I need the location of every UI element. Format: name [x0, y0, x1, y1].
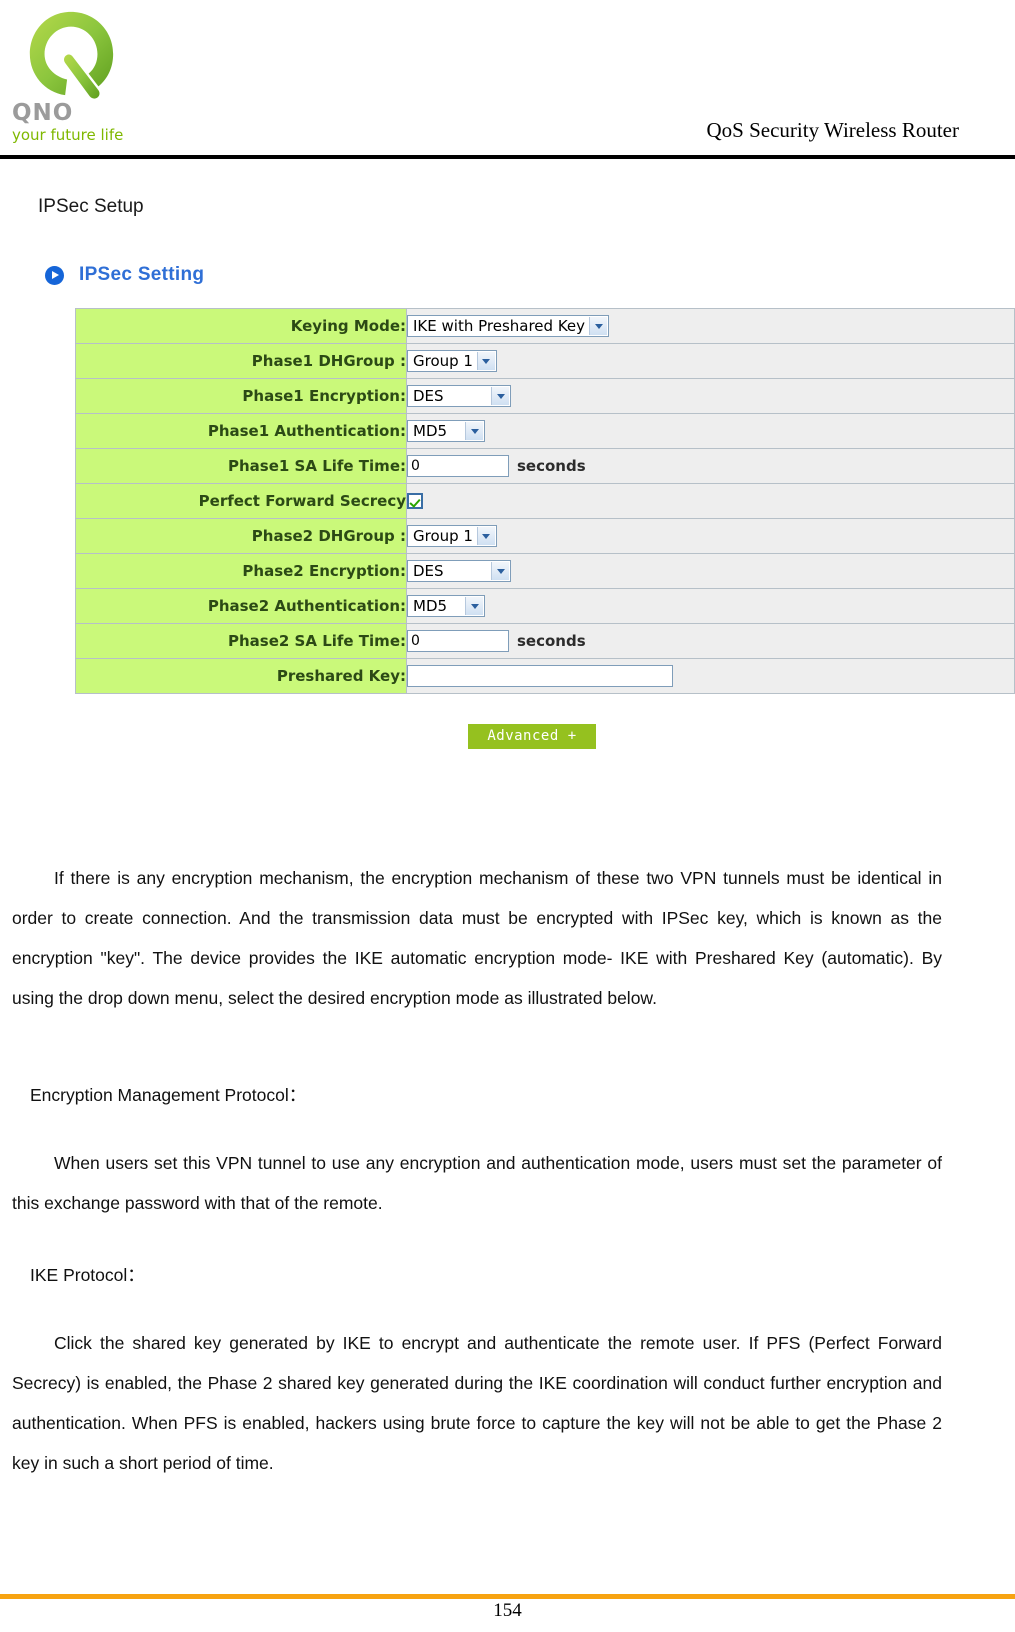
phase2-authentication-select-value: MD5	[413, 597, 448, 615]
phase1-encryption-select[interactable]: DES	[407, 385, 511, 407]
phase1-sa-life-time-unit: seconds	[517, 457, 586, 475]
row-value-preshared-key	[406, 658, 1015, 694]
table-row: Phase1 Authentication: MD5	[75, 413, 1015, 449]
row-label-perfect-forward-secrecy: Perfect Forward Secrecy	[75, 483, 407, 519]
row-label-phase1-authentication: Phase1 Authentication:	[75, 413, 407, 449]
phase1-dhgroup-select-value: Group 1	[413, 352, 473, 370]
chevron-down-icon[interactable]	[476, 527, 495, 545]
row-value-phase1-encryption: DES	[406, 378, 1015, 414]
row-label-phase2-dhgroup: Phase2 DHGroup :	[75, 518, 407, 554]
phase2-sa-life-time-unit: seconds	[517, 632, 586, 650]
chevron-down-icon[interactable]	[465, 597, 483, 615]
phase1-authentication-select-value: MD5	[413, 422, 448, 440]
table-row: Preshared Key:	[75, 658, 1015, 694]
table-row: Perfect Forward Secrecy	[75, 483, 1015, 519]
row-value-phase1-authentication: MD5	[406, 413, 1015, 449]
phase2-dhgroup-select[interactable]: Group 1	[407, 525, 497, 547]
chevron-down-icon[interactable]	[589, 317, 608, 335]
row-value-perfect-forward-secrecy	[406, 483, 1015, 519]
phase1-dhgroup-select[interactable]: Group 1	[407, 350, 497, 372]
table-row: Phase2 DHGroup : Group 1	[75, 518, 1015, 554]
row-label-keying-mode: Keying Mode:	[75, 308, 407, 344]
encryption-management-protocol-heading: Encryption Management Protocol：	[30, 1085, 307, 1105]
phase1-encryption-select-value: DES	[413, 387, 444, 405]
keying-mode-select[interactable]: IKE with Preshared Key	[407, 315, 610, 337]
row-value-phase1-sa-life-time: 0 seconds	[406, 448, 1015, 484]
blue-arrow-bullet-icon	[45, 265, 64, 285]
phase2-sa-life-time-input[interactable]: 0	[407, 630, 509, 652]
row-label-phase1-dhgroup: Phase1 DHGroup :	[75, 343, 407, 379]
row-label-phase2-authentication: Phase2 Authentication:	[75, 588, 407, 624]
table-row: Phase1 Encryption: DES	[75, 378, 1015, 414]
table-row: Phase1 SA Life Time: 0 seconds	[75, 448, 1015, 484]
phase2-encryption-select-value: DES	[413, 562, 444, 580]
row-label-phase2-encryption: Phase2 Encryption:	[75, 553, 407, 589]
row-value-phase1-dhgroup: Group 1	[406, 343, 1015, 379]
phase1-authentication-select[interactable]: MD5	[407, 420, 485, 442]
ike-protocol-heading: IKE Protocol：	[30, 1265, 145, 1285]
advanced-button[interactable]: Advanced +	[468, 724, 596, 749]
ipsec-settings-table: Keying Mode: IKE with Preshared Key Phas…	[75, 308, 1015, 694]
row-value-phase2-dhgroup: Group 1	[406, 518, 1015, 554]
phase2-authentication-select[interactable]: MD5	[407, 595, 485, 617]
ipsec-setting-screenshot: IPSec Setting Keying Mode: IKE with Pres…	[45, 252, 1015, 757]
logo-q-icon	[29, 11, 114, 99]
perfect-forward-secrecy-checkbox[interactable]	[407, 493, 423, 509]
logo-wordmark: QNO	[12, 100, 74, 126]
document-header-title: QoS Security Wireless Router	[706, 118, 959, 142]
row-value-phase2-sa-life-time: 0 seconds	[406, 623, 1015, 659]
row-label-phase1-encryption: Phase1 Encryption:	[75, 378, 407, 414]
row-label-phase1-sa-life-time: Phase1 SA Life Time:	[75, 448, 407, 484]
keying-mode-select-value: IKE with Preshared Key	[413, 317, 586, 335]
page-number: 154	[493, 1600, 522, 1621]
row-label-phase2-sa-life-time: Phase2 SA Life Time:	[75, 623, 407, 659]
qno-logo: QNO your future life	[8, 4, 176, 150]
ike-protocol-text: Click the shared key generated by IKE to…	[12, 1332, 942, 1473]
preshared-key-input[interactable]	[407, 665, 673, 687]
row-value-phase2-encryption: DES	[406, 553, 1015, 589]
logo-tagline: your future life	[12, 126, 124, 144]
page-header: QNO your future life QoS Security Wirele…	[0, 0, 1015, 160]
row-label-preshared-key: Preshared Key:	[75, 658, 407, 694]
phase1-sa-life-time-input[interactable]: 0	[407, 455, 509, 477]
encryption-management-protocol-text: When users set this VPN tunnel to use an…	[12, 1152, 942, 1213]
phase2-encryption-select[interactable]: DES	[407, 560, 511, 582]
phase2-dhgroup-select-value: Group 1	[413, 527, 473, 545]
footer-divider	[0, 1594, 1015, 1599]
ike-protocol-paragraph: Click the shared key generated by IKE to…	[12, 1323, 942, 1483]
table-row: Keying Mode: IKE with Preshared Key	[75, 308, 1015, 344]
intro-paragraph-text: If there is any encryption mechanism, th…	[12, 867, 942, 1008]
row-value-phase2-authentication: MD5	[406, 588, 1015, 624]
header-divider	[0, 155, 1015, 159]
panel-title: IPSec Setting	[79, 264, 205, 285]
chevron-down-icon[interactable]	[491, 562, 509, 580]
page-title: IPSec Setup	[38, 196, 144, 217]
table-row: Phase2 SA Life Time: 0 seconds	[75, 623, 1015, 659]
intro-paragraph: If there is any encryption mechanism, th…	[12, 858, 942, 1018]
encryption-management-protocol-paragraph: When users set this VPN tunnel to use an…	[12, 1143, 942, 1223]
table-row: Phase2 Encryption: DES	[75, 553, 1015, 589]
panel-header: IPSec Setting	[45, 260, 204, 290]
table-row: Phase1 DHGroup : Group 1	[75, 343, 1015, 379]
table-row: Phase2 Authentication: MD5	[75, 588, 1015, 624]
row-value-keying-mode: IKE with Preshared Key	[406, 308, 1015, 344]
chevron-down-icon[interactable]	[465, 422, 483, 440]
chevron-down-icon[interactable]	[491, 387, 509, 405]
chevron-down-icon[interactable]	[476, 352, 495, 370]
